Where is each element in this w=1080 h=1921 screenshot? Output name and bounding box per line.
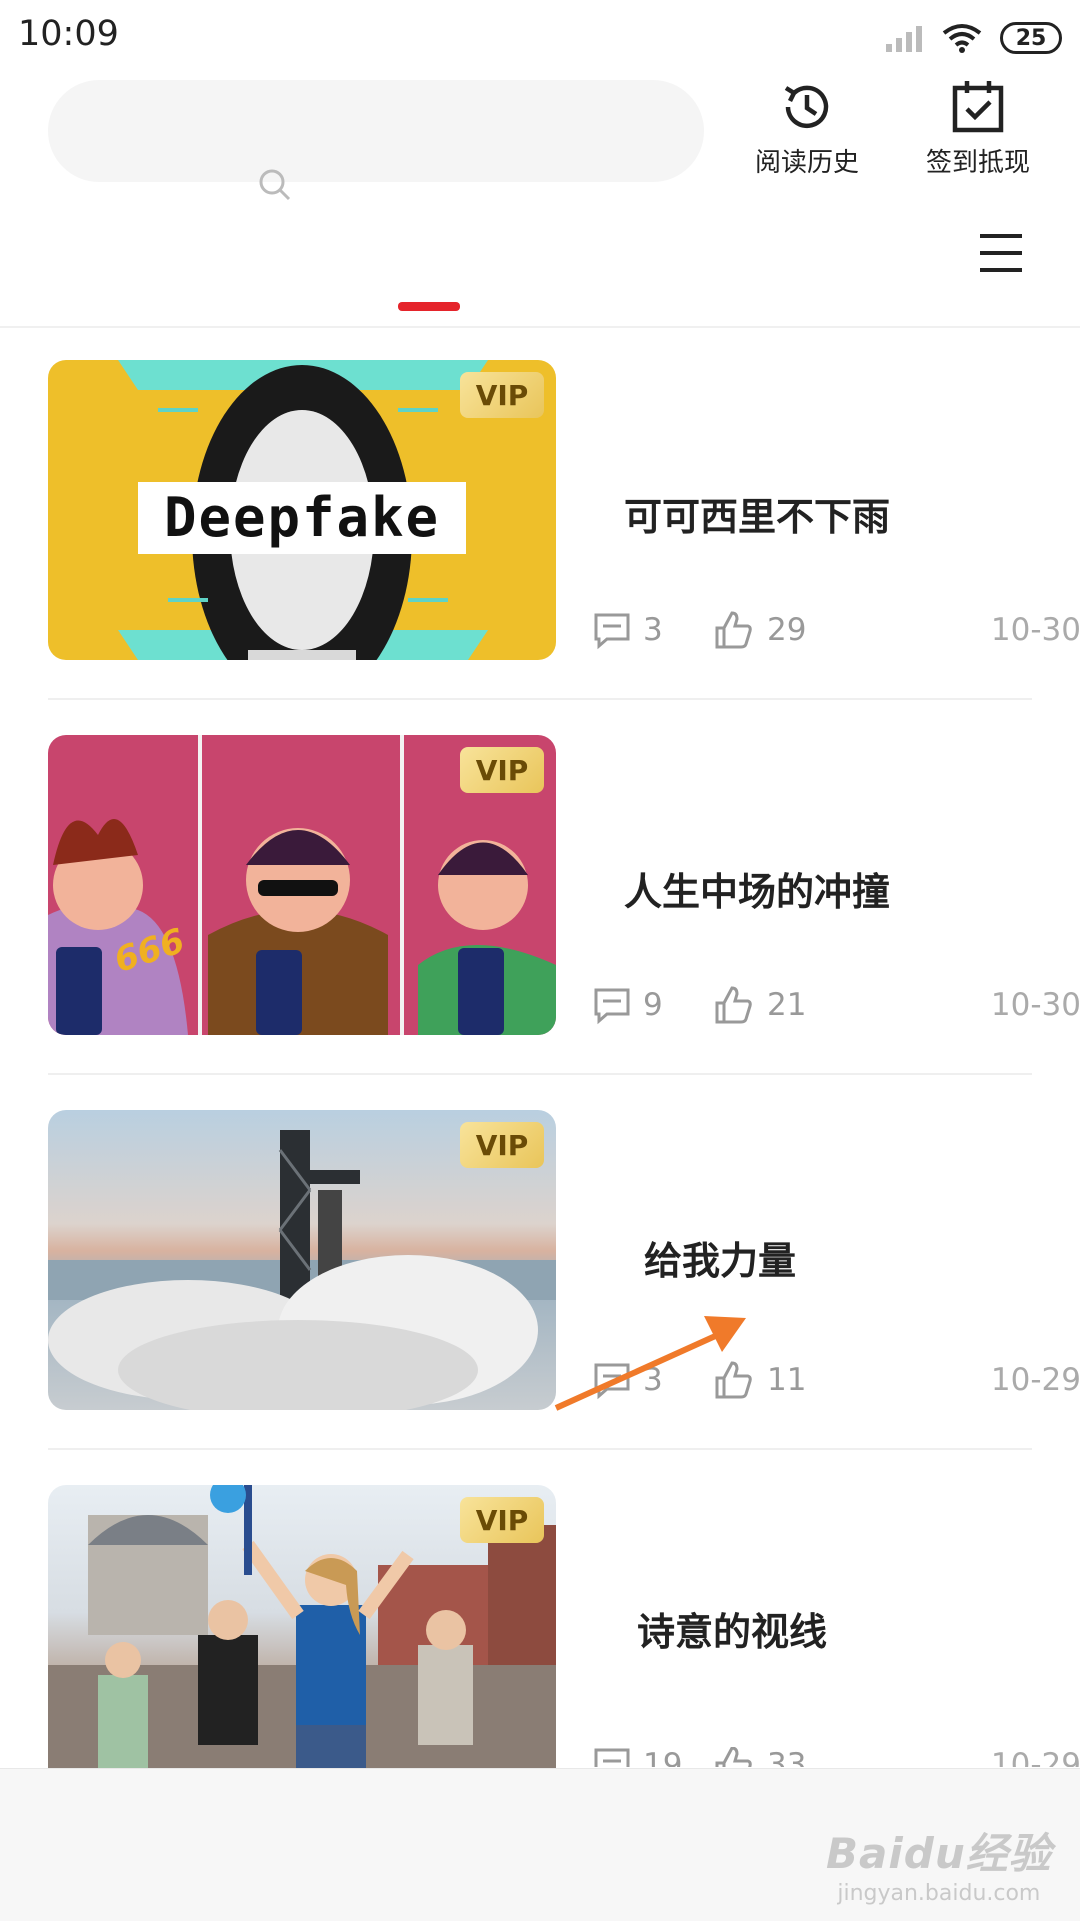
like-count: 29 (767, 612, 807, 648)
article-thumbnail: VIP (48, 1110, 556, 1410)
like-icon[interactable] (713, 610, 753, 650)
like-count: 33 (767, 1747, 807, 1767)
active-tab-indicator (398, 302, 460, 311)
comment-icon (594, 613, 630, 650)
article-thumbnail: 666 VIP (48, 735, 556, 1035)
article-date: 10-30 (990, 612, 1080, 648)
checkin-button[interactable]: 签到抵现 (908, 78, 1048, 179)
article-card[interactable]: VIP 诗意的视线 19 33 10-29 (48, 1485, 1080, 1785)
like-icon[interactable] (713, 1747, 753, 1767)
reading-history-button[interactable]: 阅读历史 (737, 78, 877, 179)
article-divider (48, 698, 1032, 700)
search-hint (258, 90, 292, 202)
baidu-watermark: Baidu经验 jingyan.baidu.com (826, 1820, 1052, 1906)
comment-icon (594, 988, 630, 1025)
checkin-label: 签到抵现 (925, 148, 1030, 178)
article-title[interactable]: 人生中场的冲撞 (624, 861, 890, 916)
article-card[interactable]: VIP 给我力量 3 11 10-29 (48, 1110, 1080, 1410)
reading-history-label: 阅读历史 (754, 148, 859, 178)
article-divider (48, 1448, 1032, 1450)
article-card[interactable]: 666 VIP 人生中场的冲撞 9 21 10-30 (48, 735, 1080, 1035)
search-icon (259, 169, 291, 201)
article-meta: 3 11 10-29 (593, 1360, 1080, 1402)
article-thumbnail: VIP (48, 1485, 556, 1768)
deepfake-label: Deepfake (163, 486, 441, 549)
tab-divider (0, 326, 1080, 328)
status-icons: 25 (884, 18, 1062, 58)
comment-count: 3 (643, 1362, 663, 1398)
article-title[interactable]: 诗意的视线 (637, 1601, 827, 1656)
watermark-url: jingyan.baidu.com (837, 1881, 1041, 1906)
article-thumbnail: Deepfake VIP (48, 360, 556, 660)
signal-icon (886, 26, 922, 52)
wifi-icon (942, 24, 982, 53)
article-divider (48, 1073, 1032, 1075)
like-count: 21 (767, 987, 807, 1023)
article-meta: 9 21 10-30 (593, 985, 1080, 1027)
watermark-brand: Baidu经验 (826, 1829, 1052, 1878)
comment-count: 9 (643, 987, 663, 1023)
article-title[interactable]: 给我力量 (644, 1230, 796, 1285)
article-meta: 19 33 10-29 (593, 1747, 1080, 1767)
like-icon[interactable] (713, 985, 753, 1025)
vip-badge: VIP (460, 747, 544, 793)
article-date: 10-29 (990, 1747, 1080, 1767)
comment-icon (594, 1363, 630, 1400)
like-count: 11 (767, 1362, 807, 1398)
status-time: 10:09 (18, 14, 119, 54)
vip-badge: VIP (460, 1497, 544, 1543)
like-icon[interactable] (713, 1360, 753, 1400)
article-meta: 3 29 10-30 (593, 610, 1080, 652)
calendar-check-icon (952, 81, 1004, 133)
status-bar: 10:09 25 (0, 0, 1080, 72)
search-input[interactable] (48, 80, 704, 182)
comment-count: 19 (643, 1747, 683, 1767)
battery-indicator: 25 (1000, 22, 1062, 54)
vip-badge: VIP (460, 372, 544, 418)
vip-badge: VIP (460, 1122, 544, 1168)
article-title[interactable]: 可可西里不下雨 (624, 486, 890, 541)
article-card[interactable]: Deepfake VIP 可可西里不下雨 3 29 10-30 (48, 360, 1080, 660)
comment-count: 3 (643, 612, 663, 648)
article-date: 10-30 (990, 987, 1080, 1023)
comment-icon (594, 1748, 630, 1767)
category-tabs (0, 200, 1080, 328)
history-clock-icon (784, 85, 829, 129)
hamburger-menu-icon[interactable] (976, 228, 1026, 278)
article-date: 10-29 (990, 1362, 1080, 1398)
